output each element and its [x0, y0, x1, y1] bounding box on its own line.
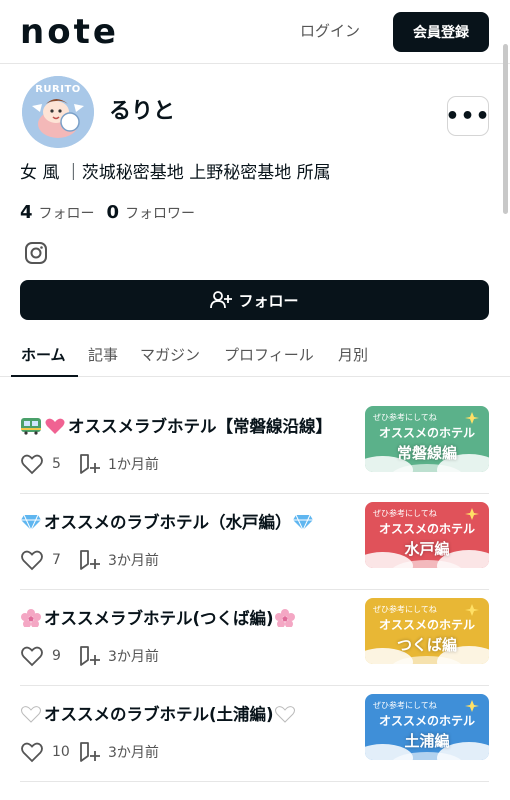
- article-meta: 9 3か月前: [20, 644, 159, 668]
- top-bar: note ログイン 会員登録: [0, 0, 510, 64]
- add-to-magazine-icon[interactable]: [78, 549, 102, 571]
- avatar-text: RURITO: [35, 84, 81, 95]
- follow-label[interactable]: フォロー: [39, 202, 95, 226]
- instagram-icon[interactable]: [24, 241, 48, 265]
- like-count: 5: [52, 456, 61, 472]
- train-icon: [21, 418, 41, 435]
- article-thumbnail[interactable]: ぜひ参考にしてねオススメのホテル水戸編: [365, 502, 489, 568]
- cherry-blossom-icon: [274, 609, 295, 627]
- follow-button[interactable]: フォロー: [20, 280, 489, 320]
- ellipsis-icon: •••: [445, 103, 491, 129]
- article-card[interactable]: オススメのラブホテル(土浦編) 10 3か月前 ぜひ参考にしてねオススメのホテル土浦編: [20, 694, 489, 798]
- article-meta: 10 3か月前: [20, 740, 159, 764]
- thumbnail-header: ぜひ参考にしてね: [373, 413, 437, 422]
- thumbnail-title: オススメのホテル: [378, 714, 475, 728]
- article-card[interactable]: オススメラブホテル【常磐線沿線】 5 1か月前 ぜひ参考にしてねオススメのホテル常磐線…: [20, 406, 489, 510]
- article-card[interactable]: オススメのラブホテル（水戸編） 7 3か月前 ぜひ参考にしてねオススメのホテル水戸編: [20, 502, 489, 606]
- follower-label[interactable]: フォロワー: [125, 202, 195, 226]
- article-divider: [20, 685, 489, 686]
- thumbnail-subtitle: 土浦編: [404, 732, 450, 750]
- scrollbar[interactable]: [503, 44, 508, 214]
- like-count: 10: [52, 744, 70, 760]
- article-title-text: オススメのラブホテル（水戸編）: [44, 513, 292, 532]
- add-to-magazine-icon[interactable]: [78, 645, 102, 667]
- add-to-magazine-icon[interactable]: [78, 453, 102, 475]
- article-title[interactable]: オススメのラブホテル（水戸編）: [20, 510, 316, 536]
- thumbnail-title: オススメのホテル: [378, 618, 475, 632]
- like-count: 7: [52, 552, 61, 568]
- publish-date: 3か月前: [108, 745, 159, 761]
- thumbnail-header: ぜひ参考にしてね: [373, 509, 437, 518]
- article-title-text: オススメラブホテル(つくば編): [44, 609, 274, 628]
- diamond-icon: [292, 514, 313, 531]
- pink-heart-icon: [45, 418, 65, 434]
- follow-count[interactable]: 4: [20, 201, 33, 225]
- profile-tabs: ホーム 記事 マガジン プロフィール 月別: [0, 332, 510, 377]
- tab-monthly[interactable]: 月別: [338, 344, 368, 366]
- add-user-icon: [210, 291, 233, 309]
- thumbnail-title: オススメのホテル: [378, 522, 475, 536]
- thumbnail-header: ぜひ参考にしてね: [373, 605, 437, 614]
- profile-bio: 女 風 ｜茨城秘密基地 上野秘密基地 所属: [20, 163, 331, 183]
- like-icon[interactable]: [20, 549, 44, 571]
- active-tab-indicator: [11, 375, 78, 377]
- publish-date: 1か月前: [108, 457, 159, 473]
- article-meta: 5 1か月前: [20, 452, 159, 476]
- article-divider: [20, 589, 489, 590]
- article-title[interactable]: オススメのラブホテル(土浦編): [20, 702, 298, 728]
- publish-date: 3か月前: [108, 553, 159, 569]
- article-thumbnail[interactable]: ぜひ参考にしてねオススメのホテルつくば編: [365, 598, 489, 664]
- follower-count[interactable]: 0: [107, 201, 120, 225]
- article-meta: 7 3か月前: [20, 548, 159, 572]
- tab-home[interactable]: ホーム: [21, 344, 66, 366]
- login-link[interactable]: ログイン: [300, 20, 360, 42]
- tab-articles[interactable]: 記事: [88, 344, 118, 366]
- like-icon[interactable]: [20, 741, 44, 763]
- article-title[interactable]: オススメラブホテル(つくば編): [20, 606, 298, 632]
- add-to-magazine-icon[interactable]: [78, 741, 102, 763]
- article-card[interactable]: オススメラブホテル(つくば編) 9 3か月前 ぜひ参考にしてねオススメのホテルつくば編: [20, 598, 489, 702]
- article-divider: [20, 493, 489, 494]
- publish-date: 3か月前: [108, 649, 159, 665]
- tab-profile[interactable]: プロフィール: [224, 344, 314, 366]
- tab-magazines[interactable]: マガジン: [140, 344, 200, 366]
- avatar[interactable]: RURITO: [22, 76, 94, 148]
- thumbnail-header: ぜひ参考にしてね: [373, 701, 437, 710]
- cherry-blossom-icon: [21, 609, 41, 627]
- article-title-text: オススメのラブホテル(土浦編): [44, 705, 274, 724]
- like-count: 9: [52, 648, 61, 664]
- thumbnail-subtitle: つくば編: [396, 636, 457, 654]
- like-icon[interactable]: [20, 645, 44, 667]
- profile-name: るりと: [109, 99, 176, 124]
- article-thumbnail[interactable]: ぜひ参考にしてねオススメのホテル土浦編: [365, 694, 489, 760]
- diamond-icon: [21, 514, 41, 531]
- article-thumbnail[interactable]: ぜひ参考にしてねオススメのホテル常磐線編: [365, 406, 489, 472]
- thumbnail-title: オススメのホテル: [378, 426, 475, 440]
- white-heart-icon: [274, 706, 295, 723]
- thumbnail-subtitle: 常磐線編: [396, 444, 457, 462]
- more-options-button[interactable]: •••: [445, 96, 491, 136]
- article-divider: [20, 781, 489, 782]
- thumbnail-subtitle: 水戸編: [404, 540, 450, 558]
- article-title[interactable]: オススメラブホテル【常磐線沿線】: [20, 414, 332, 440]
- article-title-text: オススメラブホテル【常磐線沿線】: [68, 417, 332, 436]
- profile-stats: 4 フォロー 0 フォロワー: [20, 201, 195, 226]
- note-logo[interactable]: note: [20, 14, 119, 50]
- signup-button[interactable]: 会員登録: [393, 12, 489, 52]
- white-heart-icon: [21, 706, 41, 723]
- like-icon[interactable]: [20, 453, 44, 475]
- follow-button-label: フォロー: [238, 291, 299, 310]
